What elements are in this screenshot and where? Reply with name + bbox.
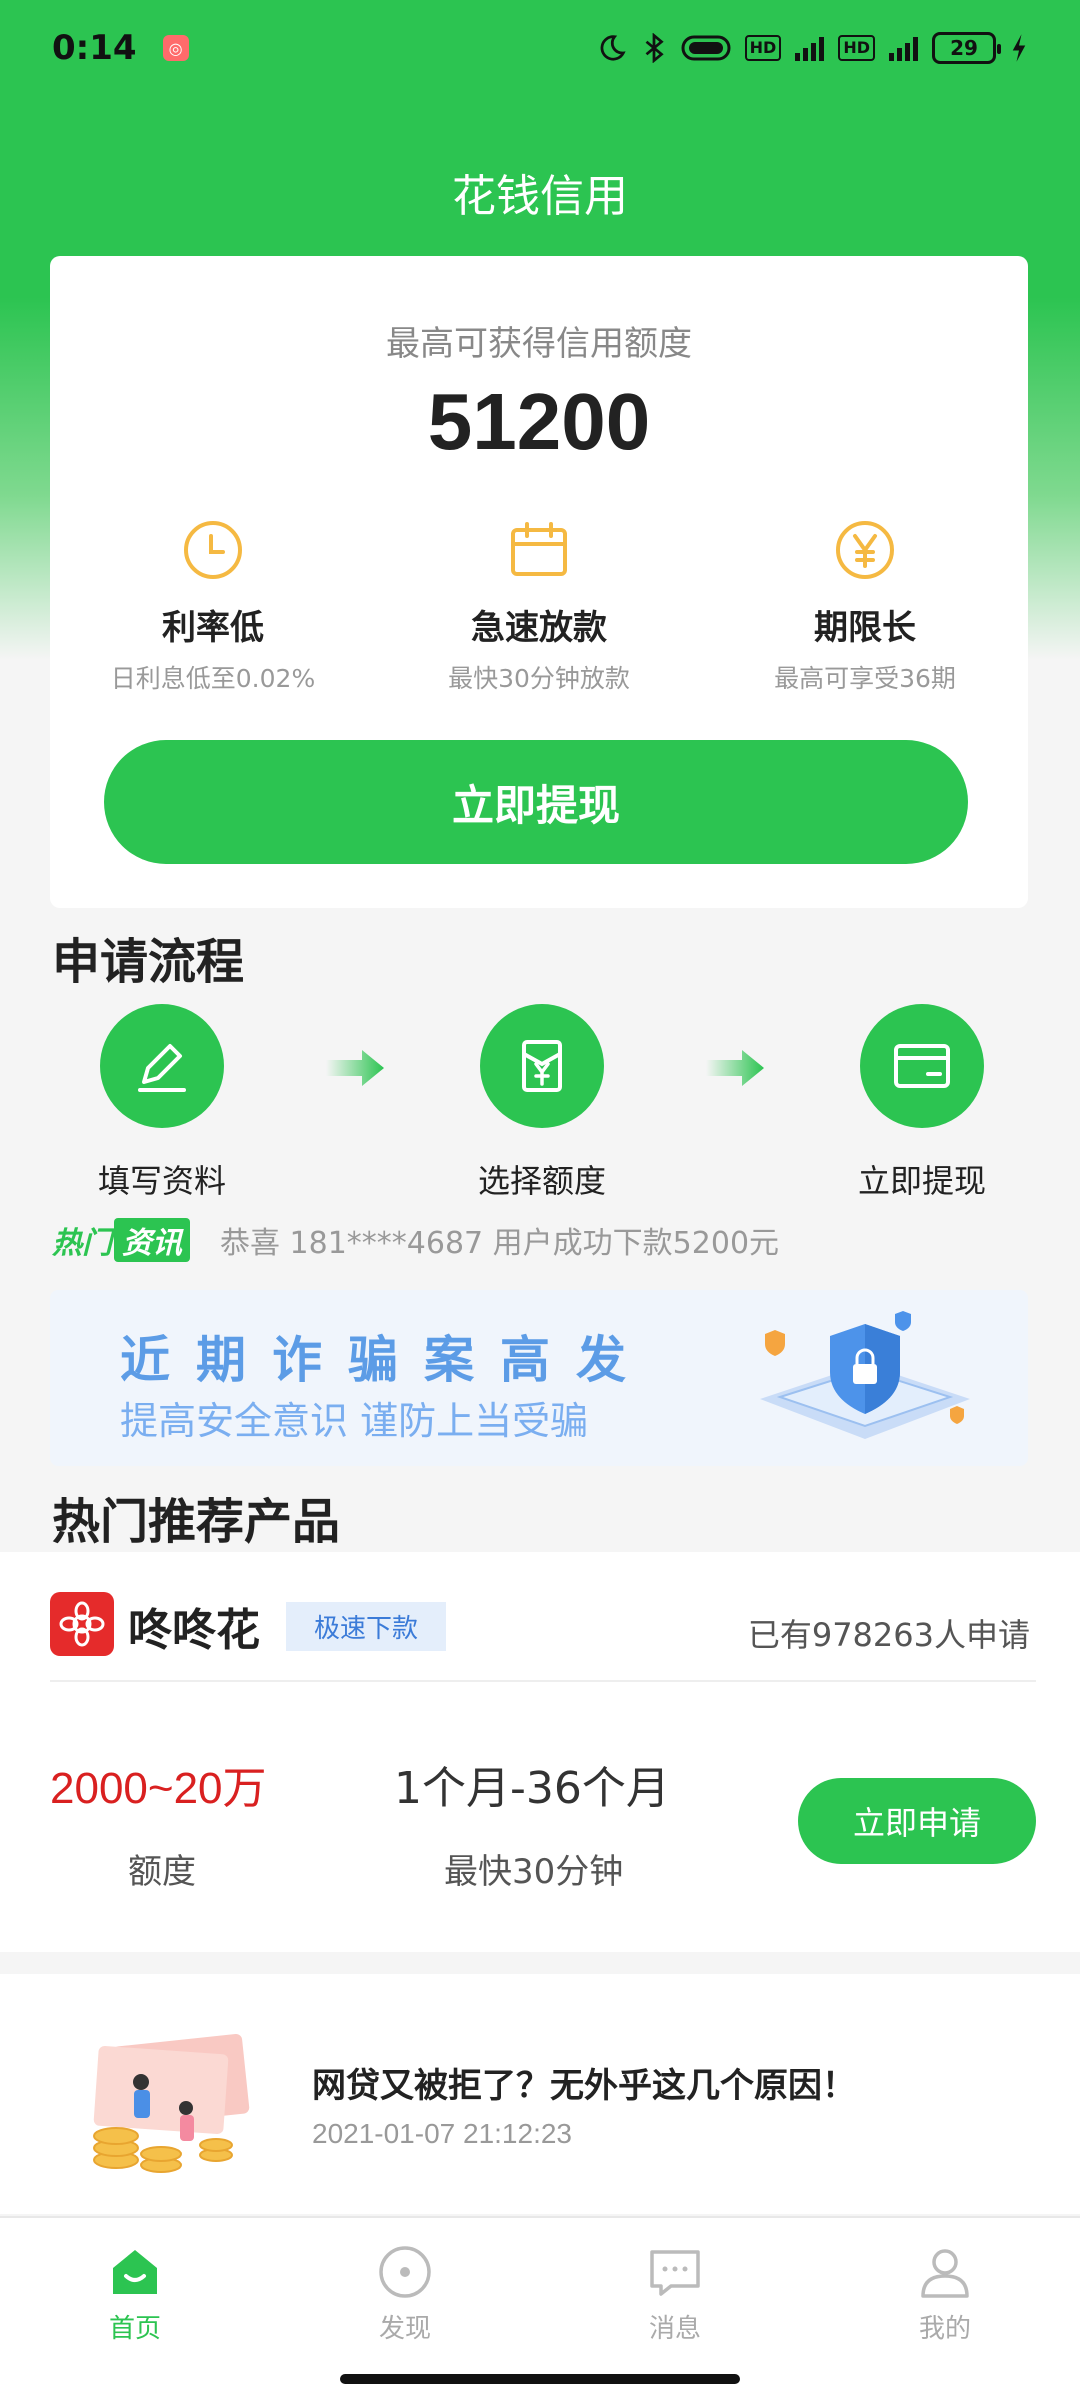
hd-badge-2: HD bbox=[838, 35, 875, 61]
bluetooth-icon bbox=[641, 33, 667, 63]
step-select-amount[interactable]: 选择额度 bbox=[442, 1004, 642, 1202]
card-icon bbox=[894, 1044, 950, 1088]
step-label: 填写资料 bbox=[97, 1162, 226, 1200]
product-amount-label: 额度 bbox=[128, 1852, 196, 1892]
products-title: 热门推荐产品 bbox=[52, 1494, 341, 1550]
feature-title: 期限长 bbox=[814, 608, 916, 648]
arrow-right-icon bbox=[326, 1050, 384, 1086]
article-thumbnail bbox=[93, 2034, 250, 2173]
hot-news-tag: 热门 资讯 bbox=[52, 1218, 190, 1262]
product-term: 1个月-36个月 bbox=[394, 1763, 670, 1814]
tab-label: 我的 bbox=[918, 2314, 971, 2344]
hot-news: 热门 资讯 恭喜 181****4687 用户成功下款5200元 bbox=[52, 1218, 779, 1262]
status-icons: HD HD 29 bbox=[597, 32, 1028, 64]
security-shield-illustration bbox=[760, 1311, 970, 1439]
feature-title: 利率低 bbox=[162, 608, 264, 648]
process-title: 申请流程 bbox=[52, 934, 245, 990]
divider bbox=[50, 1680, 1036, 1682]
product-logo-icon bbox=[50, 1592, 114, 1656]
feature-subtitle: 最高可享受36期 bbox=[774, 664, 956, 693]
yen-document-icon bbox=[522, 1040, 562, 1092]
article-time: 2021-01-07 21:12:23 bbox=[312, 2118, 572, 2149]
discover-icon bbox=[379, 2246, 431, 2298]
battery-indicator: 29 bbox=[932, 32, 1001, 64]
credit-label: 最高可获得信用额度 bbox=[386, 324, 692, 364]
hd-badge: HD bbox=[744, 35, 782, 61]
feature-list: 利率低 日利息低至0.02% 急速放款 最快30分钟放款 期限长 最高可享受36… bbox=[50, 518, 1028, 695]
charging-icon bbox=[1010, 33, 1028, 63]
moon-icon bbox=[597, 33, 627, 63]
feature-fast-loan: 急速放款 最快30分钟放款 bbox=[376, 518, 702, 695]
home-indicator[interactable] bbox=[340, 2374, 740, 2384]
banner-subline: 提高安全意识 谨防上当受骗 bbox=[120, 1399, 589, 1443]
status-bar: 0:14 ◎ HD HD 29 bbox=[0, 0, 1080, 96]
product-amount-range: 2000~20万 bbox=[50, 1764, 267, 1813]
message-icon bbox=[650, 2250, 700, 2296]
notification-app-icon: ◎ bbox=[162, 35, 189, 61]
calendar-icon bbox=[511, 522, 567, 576]
article-item[interactable]: 网贷又被拒了？无外乎这几个原因！ 2021-01-07 21:12:23 bbox=[0, 1974, 1080, 2214]
tab-messages[interactable]: 消息 bbox=[540, 2218, 810, 2400]
status-time: 0:14 bbox=[52, 28, 137, 68]
product-term-label: 最快30分钟 bbox=[444, 1852, 624, 1892]
feature-title: 急速放款 bbox=[471, 608, 607, 648]
product-name: 咚咚花 bbox=[128, 1605, 260, 1656]
signal-icon-2 bbox=[889, 35, 918, 61]
arrow-right-icon bbox=[706, 1050, 764, 1086]
apply-now-button[interactable]: 立即申请 bbox=[798, 1778, 1036, 1864]
tab-label: 消息 bbox=[648, 2314, 701, 2344]
app-title: 花钱信用 bbox=[452, 171, 628, 222]
news-ticker-text[interactable]: 恭喜 181****4687 用户成功下款5200元 bbox=[220, 1218, 779, 1262]
signal-icon bbox=[795, 35, 825, 61]
profile-icon bbox=[921, 2249, 969, 2298]
banner-headline: 近期诈骗案高发 bbox=[120, 1331, 652, 1389]
step-label: 选择额度 bbox=[477, 1162, 606, 1200]
withdraw-button[interactable]: 立即提现 bbox=[104, 740, 968, 864]
feature-long-term: 期限长 最高可享受36期 bbox=[702, 518, 1028, 695]
tab-label: 首页 bbox=[108, 2314, 161, 2344]
tab-label: 发现 bbox=[378, 2314, 431, 2344]
product-card[interactable]: 咚咚花 极速下款 已有978263人申请 2000~20万 额度 1个月-36个… bbox=[0, 1552, 1080, 1952]
pencil-icon bbox=[138, 1044, 186, 1092]
process-steps: 填写资料 选择额度 立即提现 bbox=[0, 1004, 1080, 1200]
fraud-warning-banner[interactable]: 近期诈骗案高发 提高安全意识 谨防上当受骗 bbox=[50, 1290, 1028, 1466]
step-label: 立即提现 bbox=[857, 1162, 986, 1200]
credit-card: 最高可获得信用额度 51200 利率低 日利息低至0.02% 急速放款 最快30… bbox=[50, 256, 1028, 908]
feature-low-rate: 利率低 日利息低至0.02% bbox=[50, 518, 376, 695]
tab-discover[interactable]: 发现 bbox=[270, 2218, 540, 2400]
toggle-icon bbox=[681, 33, 731, 63]
bottom-tab-bar: 首页 发现 消息 我的 bbox=[0, 2216, 1080, 2400]
yen-icon bbox=[836, 521, 894, 579]
step-fill-info[interactable]: 填写资料 bbox=[62, 1004, 262, 1202]
home-icon bbox=[113, 2250, 157, 2294]
tab-home[interactable]: 首页 bbox=[0, 2218, 270, 2400]
step-withdraw[interactable]: 立即提现 bbox=[822, 1004, 1022, 1202]
tab-profile[interactable]: 我的 bbox=[810, 2218, 1080, 2400]
product-tag: 极速下款 bbox=[286, 1602, 447, 1651]
article-title: 网贷又被拒了？无外乎这几个原因！ bbox=[312, 2066, 856, 2106]
clock-icon bbox=[184, 521, 242, 579]
product-applied-count: 已有978263人申请 bbox=[747, 1616, 1030, 1654]
credit-amount: 51200 bbox=[427, 377, 651, 466]
feature-subtitle: 日利息低至0.02% bbox=[110, 664, 316, 693]
feature-subtitle: 最快30分钟放款 bbox=[448, 664, 630, 693]
